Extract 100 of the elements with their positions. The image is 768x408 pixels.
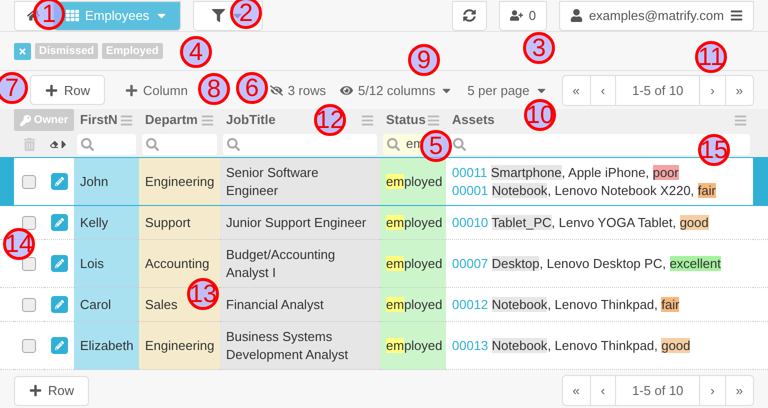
invite-button[interactable]: 0 — [498, 0, 547, 30]
search-icon — [81, 138, 94, 150]
first-name-cell: Carol — [80, 296, 112, 314]
column-menu-icon[interactable] — [120, 114, 133, 126]
row-checkbox[interactable] — [22, 298, 36, 312]
department-cell: Engineering — [145, 336, 214, 354]
asset-entry: 00010 Tablet_PC, Lenvo YOGA Tablet, good — [452, 214, 709, 232]
asset-entry: 00011 Smartphone, Apple iPhone, poor — [452, 164, 679, 182]
grid-icon — [66, 9, 79, 22]
key-icon — [20, 114, 31, 126]
refresh-button[interactable] — [452, 0, 487, 30]
pencil-icon — [54, 300, 64, 309]
column-menu-icon[interactable] — [734, 114, 747, 126]
caret-icon — [60, 138, 68, 150]
filter-icon — [212, 9, 226, 22]
department-cell: Sales — [145, 296, 178, 314]
per-page-dropdown[interactable]: 5 per page — [467, 82, 548, 98]
first-name-cell: Elizabeth — [80, 336, 134, 354]
plus-icon — [125, 84, 138, 96]
status-cell: employed — [386, 172, 442, 190]
job-title-cell-text: Budget/Accounting Analyst I — [226, 246, 336, 282]
edit-button[interactable] — [50, 337, 68, 354]
column-filter-field[interactable] — [223, 134, 377, 154]
edit-button[interactable] — [50, 214, 68, 231]
first-name-cell: Lois — [80, 254, 104, 272]
status-cell: employed — [386, 336, 442, 354]
page-range: 1-5 of 10 — [615, 376, 700, 405]
first-page-button[interactable]: « — [562, 376, 590, 405]
column-menu-icon[interactable] — [361, 114, 374, 126]
hidden-rows-toggle[interactable]: 3 rows — [270, 82, 326, 98]
menu-icon — [730, 9, 743, 22]
first-name-cell: Kelly — [80, 214, 108, 232]
trash-icon — [22, 138, 36, 150]
status-cell: employed — [386, 296, 442, 314]
eye-slash-icon — [270, 84, 283, 96]
add-column-button[interactable]: Column — [119, 82, 194, 98]
pencil-icon — [54, 259, 64, 268]
pencil-icon — [54, 218, 64, 227]
column-filter-field[interactable] — [77, 134, 136, 154]
asset-entry: 00001 Notebook, Lenovo Notebook X220, fair — [452, 182, 716, 200]
asset-entry: 00013 Notebook, Lenovo Thinkpad, good — [452, 336, 690, 354]
add-row-button[interactable]: Row — [30, 75, 106, 105]
column-header: Status — [386, 111, 426, 129]
asset-entry: 00007 Desktop, Lenovo Desktop PC, excellent — [452, 254, 721, 272]
search-icon — [146, 138, 159, 150]
column-menu-icon[interactable] — [201, 114, 214, 126]
annotation-marker: 8 — [198, 73, 230, 105]
annotation-marker: 10 — [524, 99, 556, 131]
pencil-icon — [54, 177, 64, 186]
search-icon — [387, 138, 400, 150]
close-icon — [18, 46, 27, 56]
column-header: JobTitle — [226, 111, 276, 129]
edit-button[interactable] — [50, 296, 68, 313]
job-title-cell-text: Senior Software Engineer — [226, 164, 320, 200]
job-title-cell-text: Business Systems Development Analyst — [226, 328, 350, 364]
user-icon — [570, 9, 583, 22]
annotation-marker: 11 — [695, 41, 727, 73]
columns-dropdown[interactable]: 5/12 columns — [340, 82, 454, 98]
refresh-icon — [462, 9, 476, 22]
first-name-cell: John — [80, 172, 108, 190]
status-cell: employed — [386, 214, 442, 232]
plus-icon — [29, 384, 42, 397]
plus-icon — [45, 84, 58, 96]
edit-button[interactable] — [50, 173, 68, 190]
clear-filter-button[interactable] — [14, 42, 31, 60]
annotation-marker: 4 — [180, 36, 212, 68]
previous-page-button[interactable]: ‹ — [590, 376, 616, 405]
column-header: FirstN — [80, 111, 118, 129]
account-menu-button[interactable]: examples@matrify.com — [558, 0, 754, 30]
annotation-marker: 6 — [236, 72, 268, 104]
row-checkbox[interactable] — [22, 256, 36, 270]
job-title-cell: Junior Support Engineer — [226, 214, 366, 232]
annotation-marker: 9 — [408, 44, 440, 76]
next-page-button[interactable]: › — [699, 76, 725, 104]
column-header: Departm — [145, 111, 198, 129]
pencil-icon — [54, 341, 64, 350]
column-header: Assets — [452, 111, 495, 129]
user-plus-icon — [510, 9, 523, 22]
column-filter-field[interactable] — [142, 134, 217, 154]
eye-icon — [340, 84, 354, 96]
search-icon — [227, 138, 240, 150]
last-page-button[interactable]: » — [724, 76, 753, 104]
previous-page-button[interactable]: ‹ — [590, 76, 616, 104]
page-range: 1-5 of 10 — [615, 76, 700, 104]
row-checkbox[interactable] — [22, 174, 36, 188]
department-cell: Accounting — [145, 254, 210, 272]
job-title-cell: Financial Analyst — [226, 296, 324, 314]
annotation-marker: 7 — [0, 72, 28, 104]
next-page-button[interactable]: › — [699, 376, 725, 405]
last-page-button[interactable]: » — [724, 376, 753, 405]
department-cell: Support — [145, 214, 191, 232]
column-menu-icon[interactable] — [427, 114, 440, 126]
department-cell: Engineering — [145, 172, 214, 190]
search-icon — [453, 138, 466, 150]
first-page-button[interactable]: « — [562, 76, 590, 104]
row-checkbox[interactable] — [22, 216, 36, 230]
edit-button[interactable] — [50, 255, 68, 272]
add-row-button[interactable]: Row — [14, 376, 90, 406]
row-checkbox[interactable] — [22, 338, 36, 352]
annotation-marker: 3 — [523, 32, 555, 64]
